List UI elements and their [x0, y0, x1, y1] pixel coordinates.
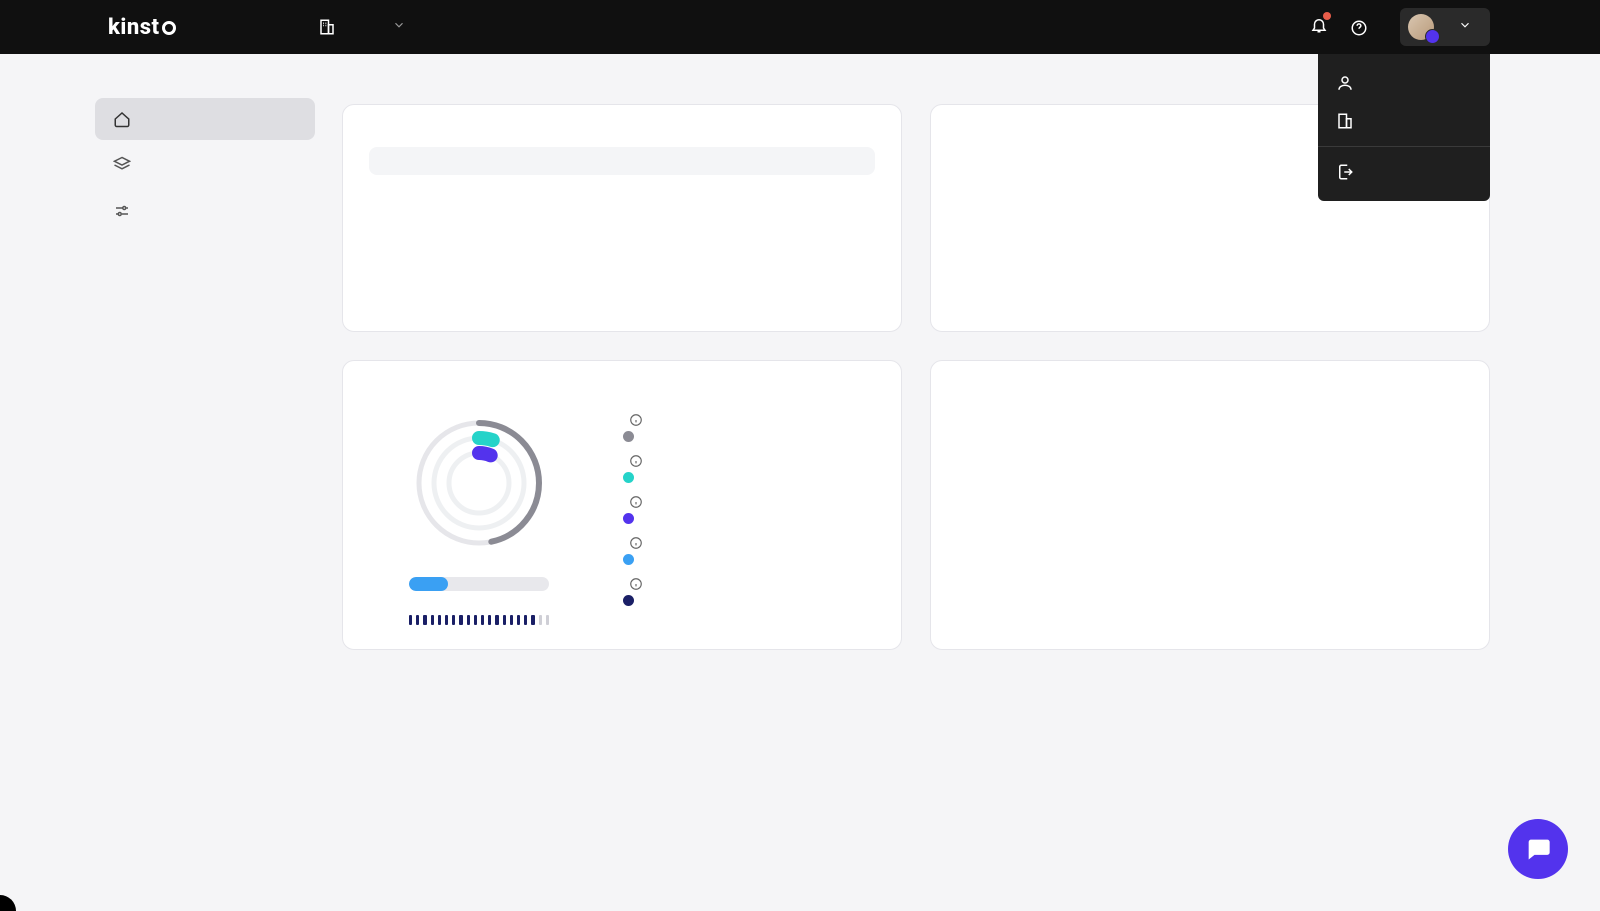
- table-row[interactable]: [369, 239, 875, 271]
- list-item[interactable]: [957, 243, 1463, 275]
- chevron-down-icon: [392, 18, 410, 36]
- brand-dot-icon: [162, 21, 176, 35]
- layers-icon: [113, 156, 131, 174]
- sites-table-head: [369, 147, 875, 175]
- info-icon[interactable]: [629, 495, 647, 513]
- resource-card: [342, 360, 902, 650]
- notifications-bell-button[interactable]: [1310, 15, 1328, 39]
- avatar-badge: [1425, 29, 1440, 44]
- avatar: [1408, 14, 1434, 40]
- user-icon: [1336, 74, 1354, 92]
- notification-dot: [1323, 12, 1331, 20]
- corner-decoration: [0, 895, 16, 911]
- dashboard-icon: [113, 110, 131, 128]
- sidebar-item-dashboard[interactable]: [95, 98, 315, 140]
- logout-icon: [1336, 163, 1354, 181]
- sidebar-item-dns[interactable]: [95, 190, 315, 232]
- list-item[interactable]: [957, 211, 1463, 243]
- chevron-down-icon: [1458, 18, 1476, 36]
- info-icon[interactable]: [629, 454, 647, 472]
- building-icon: [318, 18, 336, 36]
- sliders-icon: [113, 202, 131, 220]
- dropdown-user-settings[interactable]: [1318, 64, 1490, 102]
- help-icon: [1350, 18, 1368, 36]
- sites-dotted-bar: [409, 615, 549, 625]
- info-icon[interactable]: [629, 577, 647, 595]
- bandwidth-card: [930, 360, 1490, 650]
- sidebar-item-sites[interactable]: [95, 144, 315, 186]
- user-dropdown: [1318, 54, 1490, 201]
- table-row[interactable]: [369, 207, 875, 239]
- dropdown-company-settings[interactable]: [1318, 102, 1490, 140]
- dropdown-logout[interactable]: [1318, 153, 1490, 191]
- sidebar: [95, 98, 315, 232]
- brand-logo: kinst: [108, 15, 178, 40]
- bandwidth-line-chart: [957, 413, 1463, 573]
- help-center-link[interactable]: [1350, 18, 1378, 36]
- resource-donut-chart: [409, 413, 549, 553]
- dropdown-divider: [1318, 146, 1490, 147]
- building-icon: [1336, 112, 1354, 130]
- chat-icon: [1524, 835, 1552, 863]
- table-row[interactable]: [369, 175, 875, 207]
- info-icon[interactable]: [629, 536, 647, 554]
- chat-button[interactable]: [1508, 819, 1568, 879]
- company-selector[interactable]: [318, 18, 410, 36]
- topbar: kinst: [0, 0, 1600, 54]
- table-row[interactable]: [369, 271, 875, 303]
- user-menu-button[interactable]: [1400, 8, 1490, 46]
- sites-card: [342, 104, 902, 332]
- info-icon[interactable]: [629, 413, 647, 431]
- list-item[interactable]: [957, 275, 1463, 307]
- disk-progress-bar: [409, 577, 549, 591]
